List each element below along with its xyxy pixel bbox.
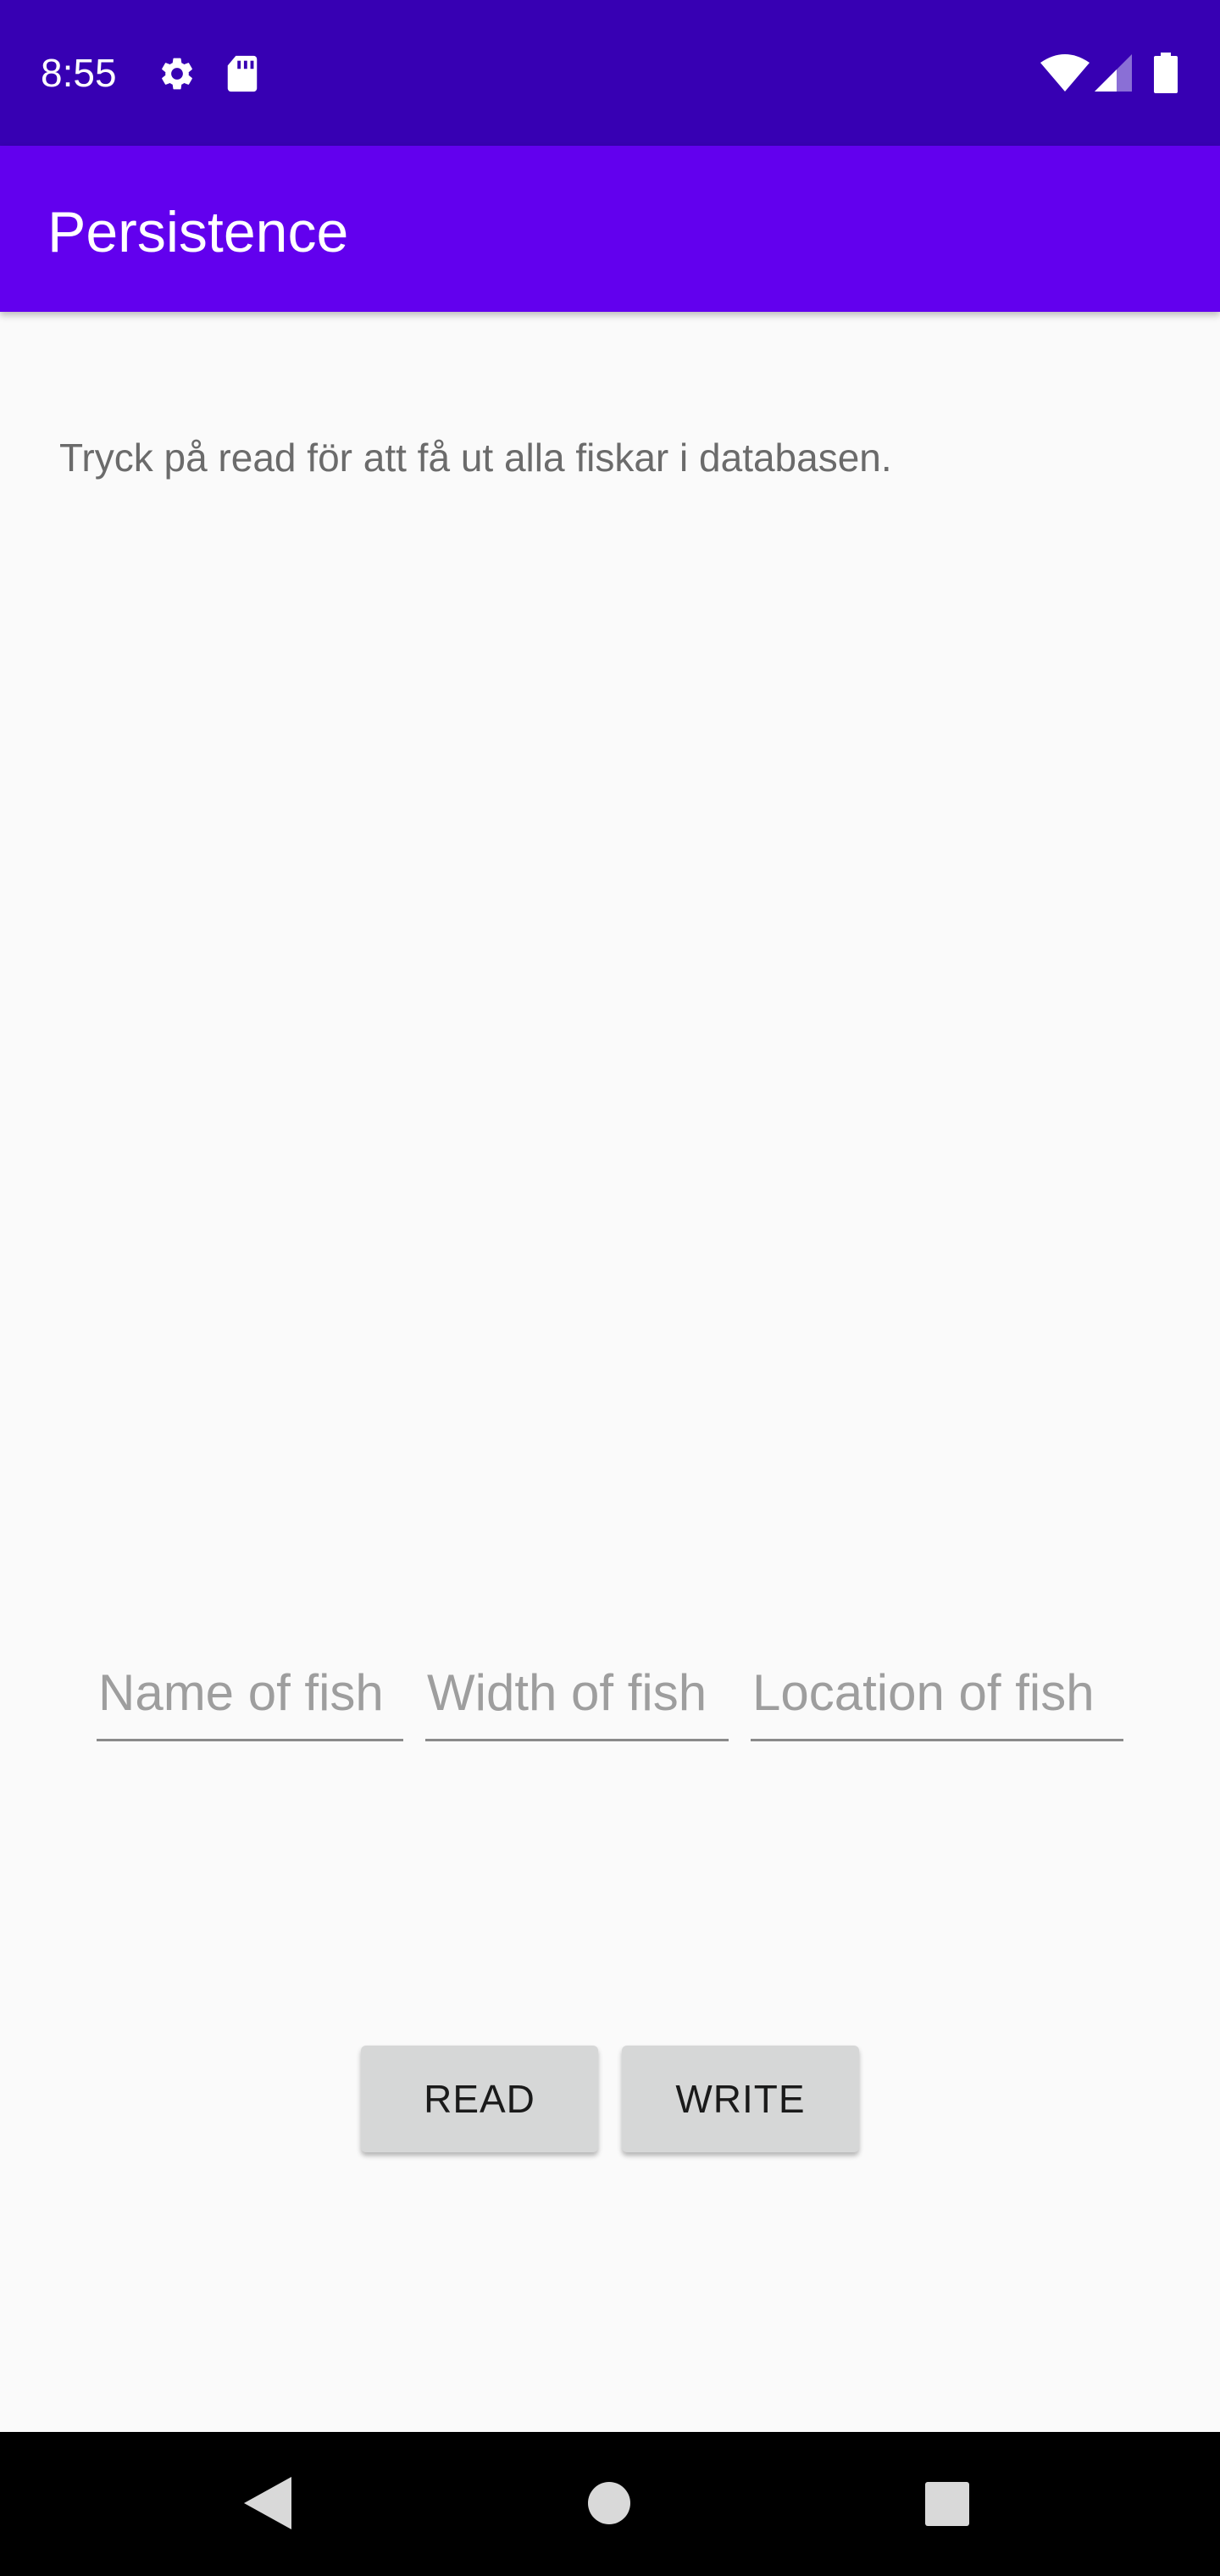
write-button[interactable]: WRITE (622, 2046, 859, 2152)
read-button[interactable]: READ (361, 2046, 598, 2152)
info-text: Tryck på read för att få ut alla fiskar … (59, 436, 892, 480)
recents-icon[interactable] (925, 2482, 969, 2526)
app-screen: 8:55 Persistence Tryck på read för att f… (0, 0, 1220, 2576)
app-title: Persistence (47, 200, 349, 264)
fish-location-input[interactable] (751, 1657, 1123, 1741)
gear-icon (162, 58, 192, 90)
home-icon[interactable] (588, 2482, 630, 2524)
status-bar: 8:55 (0, 0, 1220, 146)
fish-name-input[interactable] (97, 1657, 403, 1741)
cellular-signal-icon (1095, 54, 1132, 92)
status-time: 8:55 (41, 51, 117, 95)
back-icon[interactable] (244, 2477, 291, 2529)
navigation-bar (0, 2432, 1220, 2576)
sd-card-icon (227, 55, 258, 92)
wifi-icon (1040, 54, 1090, 92)
app-bar: Persistence (0, 146, 1220, 312)
fish-width-input[interactable] (425, 1657, 729, 1741)
battery-icon (1154, 53, 1178, 93)
